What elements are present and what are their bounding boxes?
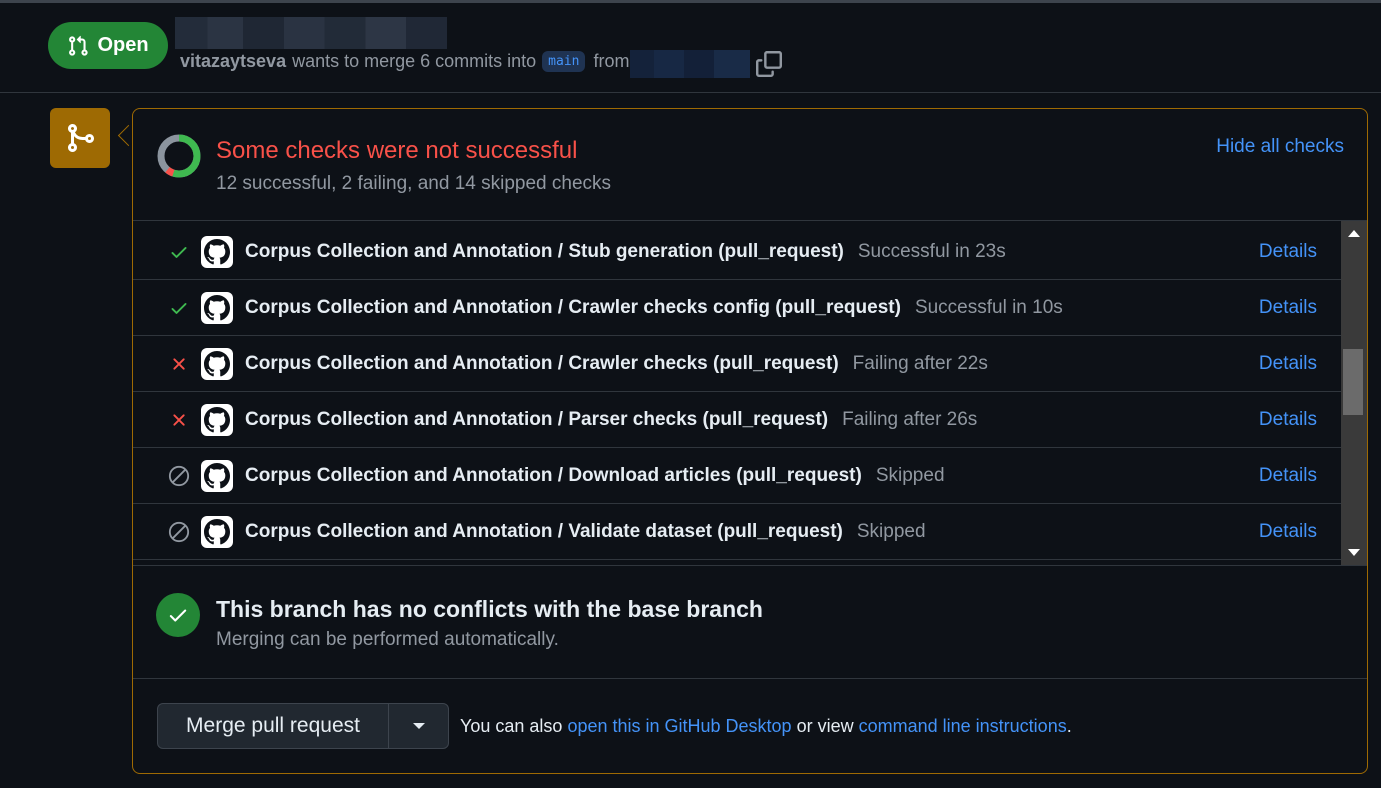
x-icon bbox=[173, 413, 185, 426]
scroll-thumb[interactable] bbox=[1343, 349, 1363, 415]
check-name: Corpus Collection and Annotation / Stub … bbox=[245, 241, 1006, 263]
skip-icon bbox=[168, 465, 190, 486]
merge-note: You can also open this in GitHub Desktop… bbox=[460, 716, 1072, 737]
checks-header: Some checks were not successful 12 succe… bbox=[133, 109, 1367, 221]
redacted-head-branch bbox=[630, 50, 750, 78]
check-description: Failing after 26s bbox=[842, 408, 978, 430]
github-mark-icon bbox=[204, 350, 230, 376]
check-status bbox=[168, 521, 190, 543]
merge-text: wants to merge 6 commits into bbox=[292, 51, 537, 71]
state-label: Open bbox=[97, 34, 149, 56]
check-title: Corpus Collection and Annotation / Crawl… bbox=[245, 352, 839, 374]
details-link[interactable]: Details bbox=[1259, 241, 1317, 263]
merge-options-dropdown[interactable] bbox=[389, 723, 448, 729]
checks-list: Corpus Collection and Annotation / Stub … bbox=[133, 221, 1341, 565]
note-prefix: You can also bbox=[460, 716, 563, 736]
from-text: from bbox=[593, 51, 630, 71]
check-circle-icon bbox=[156, 593, 200, 637]
github-mark-icon bbox=[204, 406, 230, 432]
github-mark-icon bbox=[204, 238, 230, 264]
check-title: Corpus Collection and Annotation / Valid… bbox=[245, 520, 843, 542]
merge-box: Some checks were not successful 12 succe… bbox=[132, 108, 1368, 774]
merge-button-group: Merge pull request bbox=[157, 703, 449, 749]
check-description: Successful in 10s bbox=[914, 296, 1063, 318]
triangle-down-icon bbox=[412, 723, 425, 729]
git-merge-icon bbox=[68, 124, 95, 152]
check-row: Corpus Collection and Annotation / Downl… bbox=[133, 448, 1341, 504]
conflicts-title: This branch has no conflicts with the ba… bbox=[216, 596, 763, 622]
github-actions-avatar bbox=[201, 347, 233, 380]
note-mid: or view bbox=[796, 716, 854, 736]
command-line-link[interactable]: command line instructions bbox=[859, 716, 1067, 736]
check-description: Successful in 23s bbox=[857, 240, 1006, 262]
note-suffix: . bbox=[1066, 716, 1072, 736]
github-desktop-link[interactable]: open this in GitHub Desktop bbox=[567, 716, 791, 736]
check-status bbox=[168, 241, 190, 263]
details-link[interactable]: Details bbox=[1259, 521, 1317, 543]
hide-all-checks-link[interactable]: Hide all checks bbox=[1216, 136, 1344, 158]
check-status bbox=[168, 409, 190, 431]
skip-icon bbox=[168, 521, 190, 542]
details-link[interactable]: Details bbox=[1259, 353, 1317, 375]
check-row: Corpus Collection and Annotation / Valid… bbox=[133, 504, 1341, 560]
x-icon bbox=[173, 357, 185, 370]
check-status bbox=[168, 465, 190, 487]
checks-donut-icon bbox=[157, 134, 201, 178]
scroll-up-arrow-icon[interactable] bbox=[1348, 230, 1360, 237]
github-actions-avatar bbox=[201, 291, 233, 324]
check-title: Corpus Collection and Annotation / Downl… bbox=[245, 464, 862, 486]
github-mark-icon bbox=[204, 518, 230, 544]
check-icon bbox=[171, 246, 187, 258]
check-row: Corpus Collection and Annotation / Stub … bbox=[133, 224, 1341, 280]
checks-scrollbar[interactable] bbox=[1341, 221, 1367, 565]
git-merge-icon-box bbox=[50, 108, 110, 168]
check-row: Corpus Collection and Annotation / Crawl… bbox=[133, 336, 1341, 392]
redacted-title bbox=[175, 17, 447, 49]
pr-meta: vitazaytseva wants to merge 6 commits in… bbox=[180, 51, 629, 72]
check-name: Corpus Collection and Annotation / Valid… bbox=[245, 521, 926, 543]
scroll-down-arrow-icon[interactable] bbox=[1348, 549, 1360, 556]
check-title: Corpus Collection and Annotation / Stub … bbox=[245, 240, 844, 262]
check-title: Corpus Collection and Annotation / Crawl… bbox=[245, 296, 901, 318]
github-actions-avatar bbox=[201, 403, 233, 436]
merge-pull-request-button[interactable]: Merge pull request bbox=[158, 714, 388, 738]
details-link[interactable]: Details bbox=[1259, 465, 1317, 487]
conflicts-subtitle: Merging can be performed automatically. bbox=[216, 629, 559, 650]
check-status bbox=[168, 297, 190, 319]
github-mark-icon bbox=[204, 294, 230, 320]
check-row: Corpus Collection and Annotation / Parse… bbox=[133, 392, 1341, 448]
pull-request-icon bbox=[69, 35, 89, 56]
github-actions-avatar bbox=[201, 235, 233, 268]
base-branch[interactable]: main bbox=[542, 51, 586, 72]
check-icon bbox=[171, 302, 187, 314]
conflicts-section: This branch has no conflicts with the ba… bbox=[133, 565, 1367, 679]
check-name: Corpus Collection and Annotation / Crawl… bbox=[245, 353, 988, 375]
check-description: Skipped bbox=[875, 464, 945, 486]
merge-area: Merge pull request You can also open thi… bbox=[133, 678, 1367, 773]
github-mark-icon bbox=[204, 462, 230, 488]
github-actions-avatar bbox=[201, 515, 233, 548]
check-name: Corpus Collection and Annotation / Crawl… bbox=[245, 297, 1063, 319]
check-description: Skipped bbox=[856, 520, 926, 542]
check-title: Corpus Collection and Annotation / Parse… bbox=[245, 408, 829, 430]
check-name: Corpus Collection and Annotation / Downl… bbox=[245, 465, 945, 487]
checks-title: Some checks were not successful bbox=[216, 137, 578, 164]
check-name: Corpus Collection and Annotation / Parse… bbox=[245, 409, 977, 431]
checkmark-icon bbox=[169, 609, 187, 622]
check-status bbox=[168, 353, 190, 375]
checks-summary: 12 successful, 2 failing, and 14 skipped… bbox=[216, 173, 612, 194]
github-actions-avatar bbox=[201, 459, 233, 492]
details-link[interactable]: Details bbox=[1259, 409, 1317, 431]
check-description: Failing after 22s bbox=[852, 352, 988, 374]
copy-icon[interactable] bbox=[756, 51, 782, 77]
pr-header: Open vitazaytseva wants to merge 6 commi… bbox=[0, 3, 1381, 93]
check-row: Corpus Collection and Annotation / Crawl… bbox=[133, 280, 1341, 336]
details-link[interactable]: Details bbox=[1259, 297, 1317, 319]
author-link[interactable]: vitazaytseva bbox=[180, 51, 286, 72]
state-badge: Open bbox=[48, 22, 168, 69]
